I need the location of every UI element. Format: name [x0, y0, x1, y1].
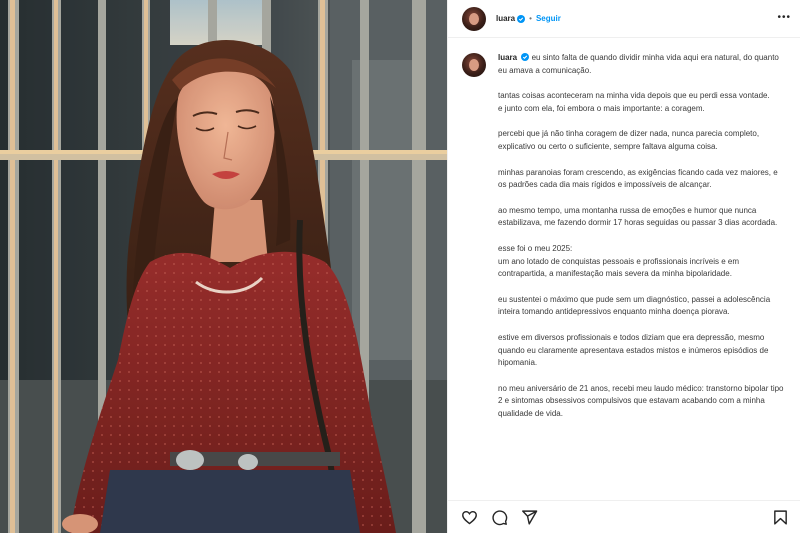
more-options-icon[interactable]: ••• [777, 12, 791, 23]
save-button[interactable] [771, 508, 789, 526]
post-header: luara • Seguir ••• [448, 0, 800, 37]
instagram-post: luara • Seguir ••• luara eu sinto falta … [0, 0, 800, 533]
caption-paragraph: tantas coisas aconteceram na minha vida … [498, 91, 770, 113]
caption-paragraph: eu sustentei o máximo que pude sem um di… [498, 294, 771, 317]
username-link[interactable]: luara [496, 14, 515, 23]
comment-icon [491, 509, 507, 525]
caption-section: luara eu sinto falta de quando dividir m… [448, 38, 800, 500]
bookmark-icon [773, 509, 787, 525]
comment-button[interactable] [490, 508, 508, 526]
like-button[interactable] [460, 508, 478, 526]
profile-avatar[interactable] [462, 6, 486, 31]
caption-paragraph: esse foi o meu 2025: um ano lotado de co… [498, 243, 740, 279]
caption-paragraph-1: luara eu sinto falta de quando dividir m… [498, 52, 787, 77]
caption-paragraph: percebi que já não tinha coragem de dize… [498, 129, 760, 151]
caption-username[interactable]: luara [498, 53, 517, 62]
verified-badge-icon [517, 14, 526, 23]
heart-icon [461, 510, 477, 524]
share-button[interactable] [520, 508, 538, 526]
portrait-photo [0, 0, 447, 533]
caption-line: eu sinto falta de quando dividir minha v… [498, 53, 779, 75]
caption-text: luara eu sinto falta de quando dividir m… [498, 52, 787, 500]
separator-dot: • [529, 14, 532, 23]
caption-avatar[interactable] [462, 53, 486, 77]
send-icon [521, 509, 537, 525]
follow-button[interactable]: Seguir [536, 14, 561, 23]
post-side-panel: luara • Seguir ••• luara eu sinto falta … [447, 0, 800, 533]
verified-badge-icon [521, 53, 530, 61]
action-bar [448, 500, 800, 533]
caption-paragraph: ao mesmo tempo, uma montanha russa de em… [498, 205, 778, 228]
caption-paragraph: estive em diversos profissionais e todos… [498, 332, 769, 368]
caption-paragraph: no meu aniversário de 21 anos, recebi me… [498, 383, 784, 418]
post-photo[interactable] [0, 0, 447, 533]
caption-paragraph: minhas paranoias foram crescendo, as exi… [498, 167, 778, 190]
